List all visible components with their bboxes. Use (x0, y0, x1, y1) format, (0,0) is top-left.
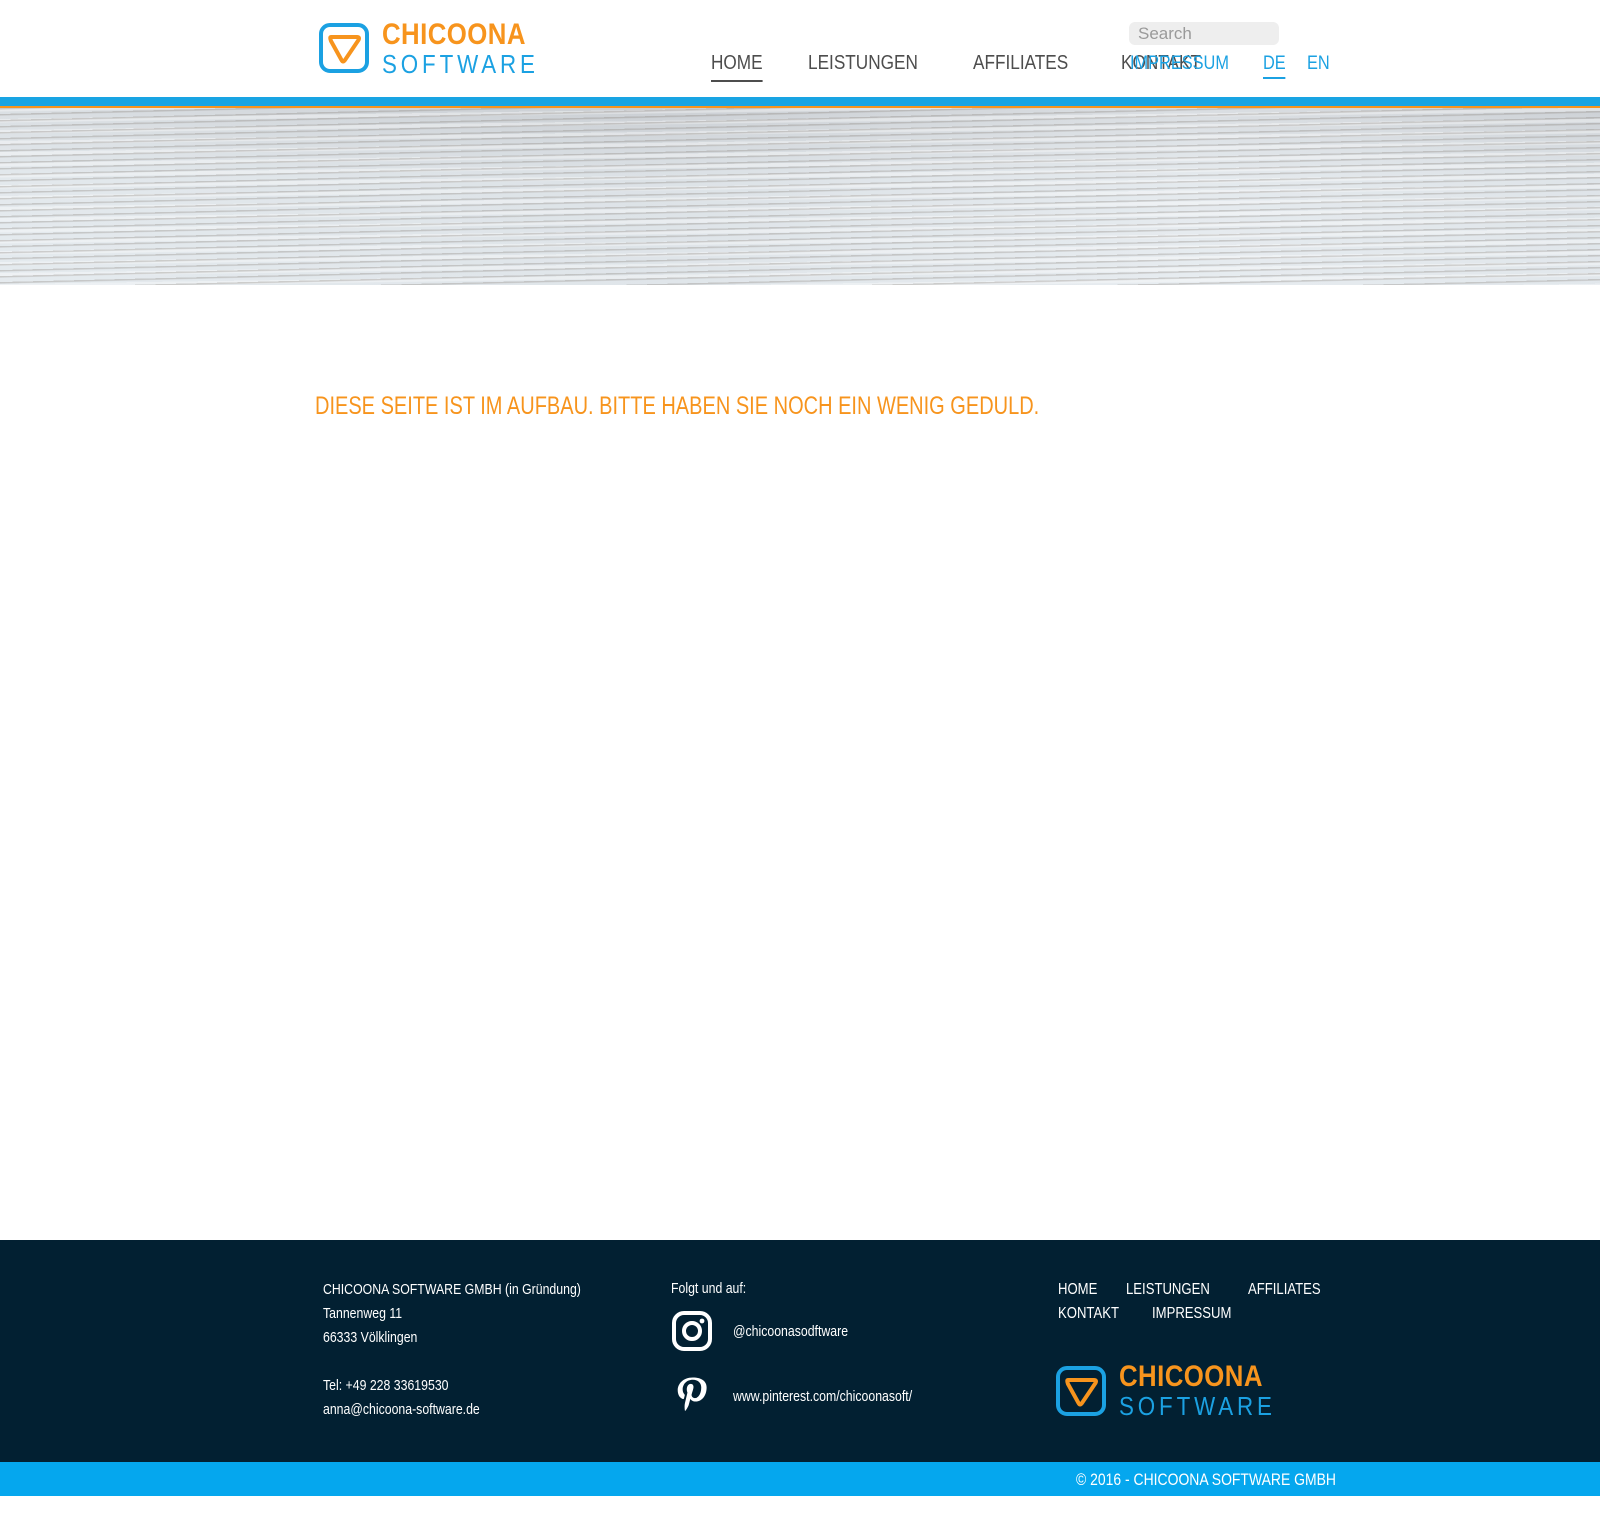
footer-logo-mark-icon (1056, 1365, 1106, 1416)
nav-item-home[interactable]: HOME (711, 52, 763, 82)
footer-nav: HOME LEISTUNGEN AFFILIATES KONTAKT IMPRE… (1058, 1278, 1321, 1326)
footer-nav-home[interactable]: HOME (1058, 1281, 1097, 1299)
instagram-link[interactable]: @chicoonasodftware (671, 1310, 873, 1352)
main-content: DIESE SEITE IST IM AUFBAU. BITTE HABEN S… (0, 285, 1600, 1240)
footer-logo-name-line1: CHICOONA (1119, 1360, 1263, 1393)
footer-company: CHICOONA SOFTWARE GMBH (in Gründung) (323, 1281, 581, 1298)
footer-address-spacer (323, 1350, 581, 1374)
footer-street: Tannenweg 11 (323, 1305, 403, 1322)
footer-social: Folgt und auf: @chicoonasodftware www.pi… (671, 1280, 912, 1411)
page-bottom-space (0, 1496, 1600, 1518)
site-logo[interactable]: CHICOONA SOFTWARE (318, 19, 535, 77)
footer-address: CHICOONA SOFTWARE GMBH (in Gründung) Tan… (323, 1278, 581, 1422)
nav-item-leistungen[interactable]: LEISTUNGEN (808, 52, 918, 82)
header-stripe-blue (0, 97, 1600, 106)
footer-logo-text: CHICOONA SOFTWARE (1119, 1360, 1301, 1421)
footer-nav-leistungen[interactable]: LEISTUNGEN (1126, 1281, 1210, 1299)
site-header: CHICOONA SOFTWARE HOME LEISTUNGEN AFFILI… (0, 0, 1600, 97)
pinterest-icon[interactable] (671, 1375, 713, 1417)
footer-nav-row-2: KONTAKT IMPRESSUM (1058, 1302, 1298, 1326)
instagram-icon[interactable] (671, 1310, 713, 1352)
footer-email[interactable]: anna@chicoona-software.de (323, 1398, 581, 1422)
pinterest-link[interactable]: www.pinterest.com/chicoonasoft/ (671, 1375, 951, 1417)
logo-name-line2: SOFTWARE (382, 48, 539, 79)
footer-logo[interactable]: CHICOONA SOFTWARE (1055, 1362, 1301, 1419)
footer-city: 66333 Völklingen (323, 1329, 418, 1346)
logo-text: CHICOONA SOFTWARE (382, 17, 564, 79)
construction-notice: DIESE SEITE IST IM AUFBAU. BITTE HABEN S… (315, 392, 1040, 420)
footer-logo-name-line2: SOFTWARE (1119, 1391, 1276, 1421)
copyright-bar: © 2016 - CHICOONA SOFTWARE GMBH (0, 1462, 1600, 1496)
footer-nav-impressum[interactable]: IMPRESSUM (1152, 1305, 1231, 1323)
logo-mark-icon (319, 23, 369, 73)
footer-nav-row-1: HOME LEISTUNGEN AFFILIATES (1058, 1278, 1321, 1302)
pinterest-url[interactable]: www.pinterest.com/chicoonasoft/ (733, 1388, 912, 1405)
lang-switch-en[interactable]: EN (1307, 53, 1330, 79)
social-heading: Folgt und auf: (671, 1280, 747, 1297)
meta-nav: IMPRESSUM DE EN (1130, 53, 1352, 79)
footer-phone[interactable]: Tel: +49 228 33619530 (323, 1374, 581, 1398)
search-input[interactable] (1129, 22, 1279, 45)
site-footer: CHICOONA SOFTWARE GMBH (in Gründung) Tan… (0, 1240, 1600, 1462)
nav-item-affiliates[interactable]: AFFILIATES (973, 52, 1068, 82)
footer-nav-kontakt[interactable]: KONTAKT (1058, 1305, 1119, 1323)
hero-banner-wood (0, 108, 1600, 285)
footer-nav-affiliates[interactable]: AFFILIATES (1248, 1281, 1321, 1299)
logo-name-line1: CHICOONA (382, 17, 526, 51)
meta-link-impressum[interactable]: IMPRESSUM (1130, 53, 1229, 79)
instagram-handle[interactable]: @chicoonasodftware (733, 1323, 848, 1340)
copyright-text: © 2016 - CHICOONA SOFTWARE GMBH (1076, 1470, 1336, 1489)
lang-switch-de[interactable]: DE (1263, 53, 1286, 79)
